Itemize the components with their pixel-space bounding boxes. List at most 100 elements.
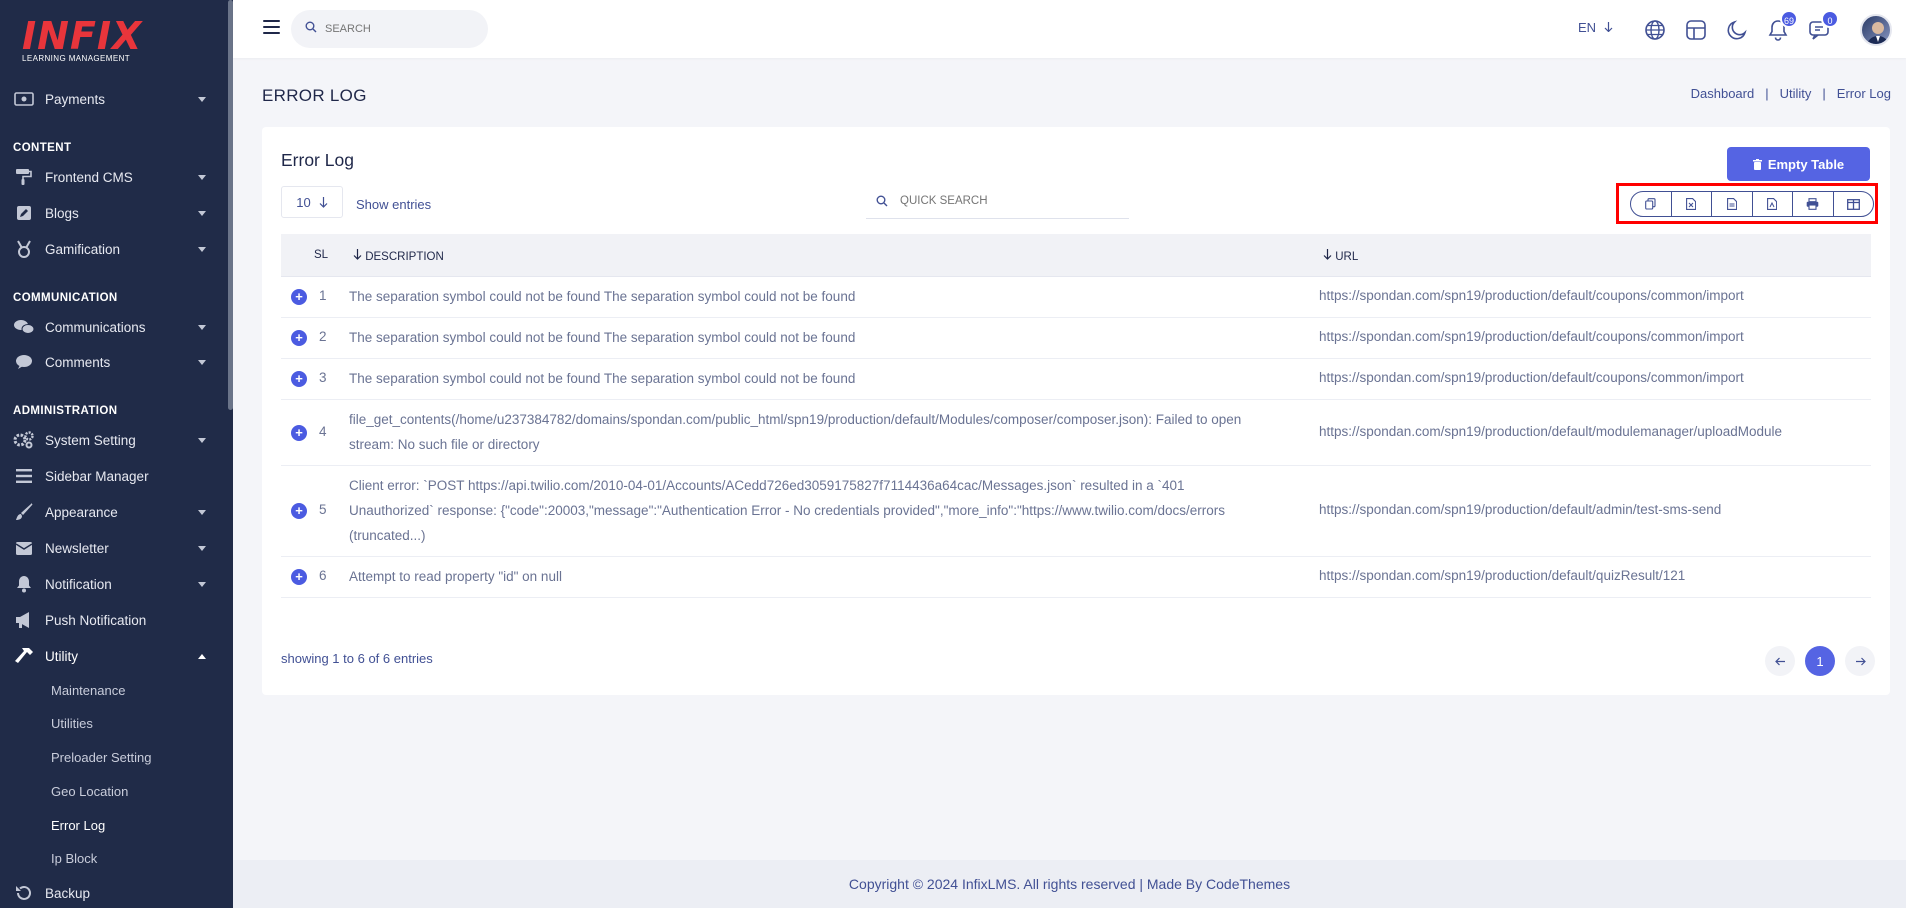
column-visibility-button[interactable] bbox=[1834, 192, 1874, 216]
show-entries-label: Show entries bbox=[356, 197, 432, 212]
row-url: https://spondan.com/spn19/production/def… bbox=[1319, 568, 1686, 583]
expand-row-icon[interactable]: + bbox=[291, 569, 307, 585]
breadcrumb: Dashboard | Utility | Error Log bbox=[1691, 86, 1891, 101]
expand-row-icon[interactable]: + bbox=[291, 503, 307, 519]
sidebar-subitem-utilities[interactable]: Utilities bbox=[51, 716, 93, 731]
sidebar-item-utility[interactable]: Utility bbox=[0, 641, 228, 671]
language-selector[interactable]: EN bbox=[1578, 20, 1613, 35]
arrow-left-icon bbox=[1774, 657, 1786, 666]
row-url: https://spondan.com/spn19/production/def… bbox=[1319, 424, 1783, 439]
export-excel-button[interactable] bbox=[1672, 192, 1712, 216]
sidebar-item-label: Gamification bbox=[45, 241, 121, 257]
page-button-1[interactable]: 1 bbox=[1805, 646, 1835, 676]
sidebar-item-push-notification[interactable]: Push Notification bbox=[0, 605, 228, 635]
sidebar-item-newsletter[interactable]: Newsletter bbox=[0, 533, 228, 563]
notification-bell-icon[interactable]: 69 bbox=[1766, 10, 1798, 42]
sidebar-item-sidebar-manager[interactable]: Sidebar Manager bbox=[0, 461, 228, 491]
column-header-sl[interactable]: SL bbox=[314, 249, 328, 261]
row-description: The separation symbol could not be found… bbox=[349, 330, 856, 345]
breadcrumb-dashboard[interactable]: Dashboard bbox=[1691, 86, 1755, 101]
sidebar-subitem-geo-location[interactable]: Geo Location bbox=[51, 784, 128, 799]
search-icon bbox=[305, 20, 317, 38]
entries-info: showing 1 to 6 of 6 entries bbox=[281, 651, 433, 666]
sidebar-subitem-error-log[interactable]: Error Log bbox=[51, 818, 105, 833]
export-button-group bbox=[1630, 191, 1874, 217]
globe-icon[interactable] bbox=[1643, 18, 1667, 42]
error-log-card: Error Log Empty Table 10 Show entries SL… bbox=[262, 127, 1890, 695]
empty-table-button[interactable]: Empty Table bbox=[1727, 147, 1870, 181]
table-row[interactable]: + 1 The separation symbol could not be f… bbox=[281, 277, 1871, 318]
sidebar-item-frontend-cms[interactable]: Frontend CMS bbox=[0, 162, 228, 192]
column-header-description[interactable]: DESCRIPTION bbox=[353, 249, 444, 263]
hammer-icon bbox=[13, 647, 35, 665]
sidebar-subitem-maintenance[interactable]: Maintenance bbox=[51, 683, 125, 698]
logo-sub: LEARNING MANAGEMENT bbox=[22, 54, 131, 63]
sort-arrow-icon bbox=[1323, 249, 1332, 263]
expand-row-icon[interactable]: + bbox=[291, 330, 307, 346]
sidebar-subitem-preloader-setting[interactable]: Preloader Setting bbox=[51, 750, 151, 765]
expand-row-icon[interactable]: + bbox=[291, 371, 307, 387]
row-sl: 6 bbox=[319, 568, 327, 583]
expand-row-icon[interactable]: + bbox=[291, 425, 307, 441]
prev-page-button[interactable] bbox=[1765, 646, 1795, 676]
breadcrumb-utility[interactable]: Utility bbox=[1780, 86, 1812, 101]
logo[interactable]: INFIX LEARNING MANAGEMENT bbox=[22, 16, 141, 68]
chevron-down-icon bbox=[198, 247, 206, 252]
export-pdf-button[interactable] bbox=[1753, 192, 1793, 216]
sidebar-item-label: Utility bbox=[45, 648, 78, 664]
column-header-url[interactable]: URL bbox=[1323, 249, 1358, 263]
chevron-down-icon bbox=[198, 438, 206, 443]
edit-icon bbox=[13, 204, 35, 222]
row-description: The separation symbol could not be found… bbox=[349, 371, 856, 386]
section-communication: COMMUNICATION bbox=[13, 292, 118, 304]
next-page-button[interactable] bbox=[1845, 646, 1875, 676]
sidebar-item-backup[interactable]: Backup bbox=[0, 878, 228, 908]
sidebar-item-label: Appearance bbox=[45, 504, 118, 520]
messages-icon[interactable]: 0 bbox=[1807, 10, 1839, 42]
hamburger-menu-button[interactable] bbox=[263, 20, 280, 34]
sidebar-item-blogs[interactable]: Blogs bbox=[0, 198, 228, 228]
copy-button[interactable] bbox=[1631, 192, 1672, 216]
medal-icon bbox=[13, 240, 35, 258]
arrow-down-icon bbox=[319, 196, 328, 208]
chevron-down-icon bbox=[198, 97, 206, 102]
global-search[interactable] bbox=[291, 10, 488, 48]
table-row[interactable]: + 2 The separation symbol could not be f… bbox=[281, 318, 1871, 359]
sidebar-item-gamification[interactable]: Gamification bbox=[0, 234, 228, 264]
sidebar-item-label: Communications bbox=[45, 319, 146, 335]
sidebar-item-communications[interactable]: Communications bbox=[0, 312, 228, 342]
sidebar-item-payments[interactable]: Payments bbox=[0, 84, 228, 114]
bars-icon bbox=[13, 467, 35, 485]
comment-icon bbox=[13, 353, 35, 371]
quick-search[interactable] bbox=[866, 184, 1129, 219]
sidebar-item-notification[interactable]: Notification bbox=[0, 569, 228, 599]
print-button[interactable] bbox=[1793, 192, 1834, 216]
table-header: SL DESCRIPTION URL bbox=[281, 234, 1871, 277]
sidebar-item-appearance[interactable]: Appearance bbox=[0, 497, 228, 527]
comments-icon bbox=[13, 318, 35, 336]
sidebar-subitem-ip-block[interactable]: Ip Block bbox=[51, 851, 97, 866]
search-input[interactable] bbox=[325, 23, 475, 35]
expand-row-icon[interactable]: + bbox=[291, 289, 307, 305]
table-row[interactable]: + 6 Attempt to read property "id" on nul… bbox=[281, 557, 1871, 598]
moon-icon[interactable] bbox=[1725, 18, 1749, 42]
avatar[interactable] bbox=[1860, 14, 1892, 46]
card-title: Error Log bbox=[281, 150, 354, 170]
entries-per-page-select[interactable]: 10 bbox=[281, 186, 343, 218]
layout-icon[interactable] bbox=[1684, 18, 1708, 42]
file-pdf-icon bbox=[1767, 198, 1778, 210]
money-icon bbox=[13, 90, 35, 108]
topbar: EN 69 0 bbox=[233, 0, 1906, 58]
chevron-down-icon bbox=[198, 510, 206, 515]
table-row[interactable]: + 3 The separation symbol could not be f… bbox=[281, 359, 1871, 400]
export-csv-button[interactable] bbox=[1712, 192, 1753, 216]
table-row[interactable]: + 4 file_get_contents(/home/u237384782/d… bbox=[281, 400, 1871, 466]
language-label: EN bbox=[1578, 20, 1597, 35]
sidebar-item-system-setting[interactable]: System Setting bbox=[0, 425, 228, 455]
row-description: file_get_contents(/home/u237384782/domai… bbox=[349, 412, 1242, 452]
sidebar-item-comments[interactable]: Comments bbox=[0, 347, 228, 377]
quick-search-input[interactable] bbox=[900, 195, 1110, 207]
table-row[interactable]: + 5 Client error: `POST https://api.twil… bbox=[281, 466, 1871, 557]
breadcrumb-separator: | bbox=[1765, 86, 1769, 101]
sidebar-scrollbar[interactable] bbox=[228, 0, 233, 410]
